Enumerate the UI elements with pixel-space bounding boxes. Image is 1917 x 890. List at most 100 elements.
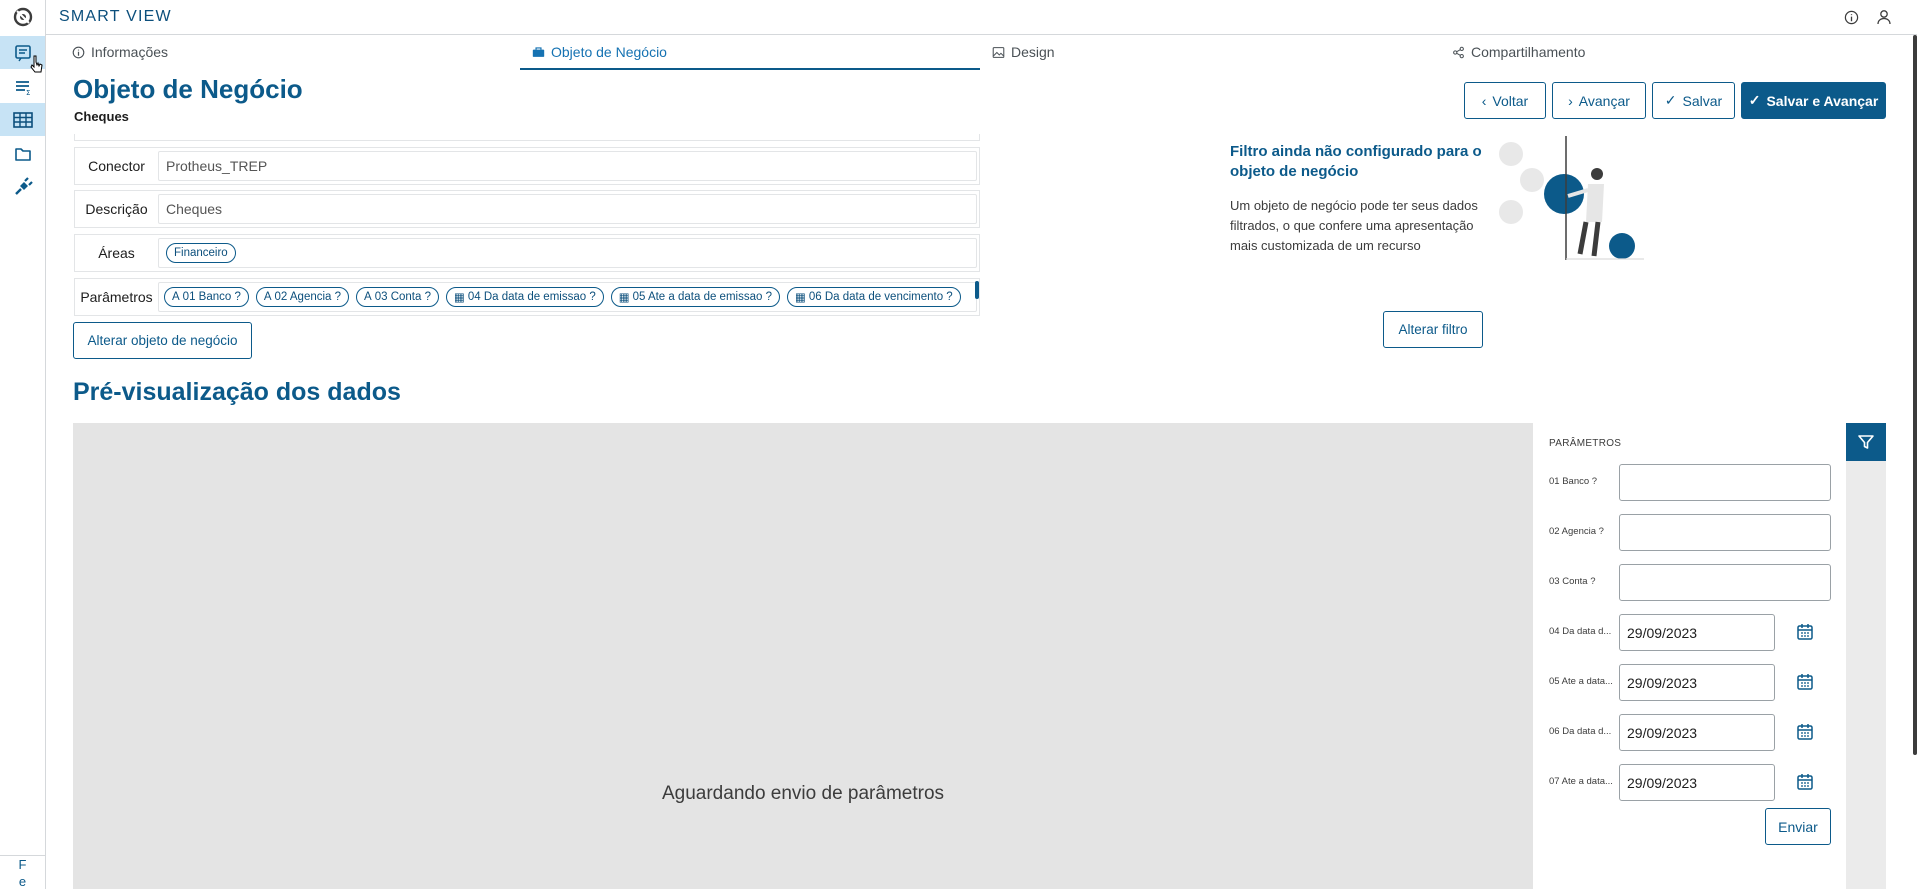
form-row-connector: Conector Protheus_TREP bbox=[74, 147, 980, 185]
param-label: 07 Ate a data... bbox=[1549, 776, 1613, 787]
area-chip: Financeiro bbox=[166, 243, 236, 263]
user-icon[interactable] bbox=[1875, 8, 1893, 26]
tab-design[interactable]: Design bbox=[980, 35, 1440, 69]
save-button[interactable]: ✓ Salvar bbox=[1652, 82, 1735, 119]
document-list-icon bbox=[14, 44, 31, 61]
app-logo-icon[interactable] bbox=[10, 6, 36, 28]
folder-icon bbox=[14, 147, 31, 161]
connector-value: Protheus_TREP bbox=[158, 151, 977, 181]
table-icon bbox=[12, 111, 33, 128]
tab-label: Compartilhamento bbox=[1471, 44, 1586, 60]
parameters-panel: PARÂMETROS 01 Banco ? 02 Agencia ? 03 Co… bbox=[1533, 423, 1846, 889]
param-chip: A 03 Conta ? bbox=[356, 287, 439, 307]
page-scrollbar[interactable] bbox=[1913, 35, 1917, 755]
param-label: 05 Ate a data... bbox=[1549, 676, 1613, 687]
chevron-left-icon: ‹ bbox=[1481, 92, 1487, 109]
change-filter-button[interactable]: Alterar filtro bbox=[1383, 311, 1483, 348]
areas-label: Áreas bbox=[98, 245, 135, 261]
parameters-strip bbox=[1846, 423, 1886, 889]
sidebar: Σ F e bbox=[0, 0, 46, 889]
check-icon: ✓ bbox=[1748, 92, 1761, 108]
preview-section-title: Pré-visualização dos dados bbox=[73, 378, 401, 406]
param-date-input[interactable]: 29/09/2023 bbox=[1619, 714, 1775, 751]
parameters-heading: PARÂMETROS bbox=[1549, 438, 1622, 449]
tab-informacoes[interactable]: Informações bbox=[60, 35, 520, 69]
text-type-icon: A bbox=[364, 291, 372, 303]
sidebar-item-connectors[interactable] bbox=[0, 170, 45, 203]
param-label: 06 Da data d... bbox=[1549, 726, 1612, 737]
tab-label: Objeto de Negócio bbox=[551, 43, 667, 60]
tab-bar: Informações Objeto de Negócio Design Com… bbox=[60, 35, 1898, 70]
description-value: Cheques bbox=[158, 194, 977, 224]
info-icon[interactable] bbox=[1842, 8, 1860, 26]
filter-icon bbox=[1858, 435, 1874, 449]
text-type-icon: A bbox=[263, 291, 272, 303]
param-date-input[interactable]: 29/09/2023 bbox=[1619, 664, 1775, 701]
param-date-input[interactable]: 29/09/2023 bbox=[1619, 764, 1775, 801]
calendar-icon[interactable] bbox=[1795, 672, 1815, 692]
param-input-conta[interactable] bbox=[1619, 564, 1831, 601]
description-label: Descrição bbox=[85, 201, 148, 217]
param-label: 04 Da data d... bbox=[1549, 626, 1612, 637]
calendar-icon: ▦ bbox=[794, 292, 806, 304]
plug-icon bbox=[14, 176, 33, 195]
tab-label: Informações bbox=[91, 44, 169, 60]
preview-waiting-message: Aguardando envio de parâmetros bbox=[661, 783, 945, 804]
filter-empty-description: Um objeto de negócio pode ter seus dados… bbox=[1230, 198, 1478, 253]
param-label: 03 Conta ? bbox=[1549, 576, 1596, 587]
tab-objeto-de-negocio[interactable]: Objeto de Negócio bbox=[520, 35, 980, 70]
svg-text:Σ: Σ bbox=[26, 89, 30, 96]
param-chip: ▦ 06 Da data de vencimento ? bbox=[786, 287, 961, 307]
param-input-agencia[interactable] bbox=[1619, 514, 1831, 551]
send-parameters-button[interactable]: Enviar bbox=[1765, 808, 1831, 845]
sidebar-footer: F e bbox=[0, 855, 45, 890]
chip-scrollbar[interactable] bbox=[975, 281, 979, 299]
tab-label: Design bbox=[1011, 44, 1055, 60]
toggle-parameters-button[interactable] bbox=[1846, 423, 1886, 461]
param-date-input[interactable]: 29/09/2023 bbox=[1619, 614, 1775, 651]
filter-empty-title: Filtro ainda não configurado para o obje… bbox=[1230, 143, 1482, 180]
form-row-parameters: Parâmetros A 01 Banco ? A 02 Agencia ? A 03… bbox=[74, 278, 980, 316]
page-subtitle: Cheques bbox=[74, 109, 129, 124]
list-sum-icon: Σ bbox=[15, 80, 30, 96]
sidebar-item-folders[interactable] bbox=[0, 137, 45, 170]
briefcase-icon bbox=[532, 46, 545, 57]
param-label: 01 Banco ? bbox=[1549, 476, 1598, 487]
cursor-icon bbox=[30, 55, 43, 73]
save-and-next-button[interactable]: ✓ Salvar e Avançar bbox=[1741, 82, 1886, 119]
image-icon bbox=[992, 46, 1005, 58]
param-chip: ▦ 05 Ate a data de emissao ? bbox=[610, 287, 780, 307]
calendar-icon[interactable] bbox=[1795, 622, 1815, 642]
calendar-icon: ▦ bbox=[453, 292, 465, 304]
data-preview-area: Aguardando envio de parâmetros bbox=[73, 423, 1533, 889]
param-label: 02 Agencia ? bbox=[1549, 526, 1604, 537]
tab-compartilhamento[interactable]: Compartilhamento bbox=[1440, 35, 1898, 69]
top-bar: SMART VIEW bbox=[46, 0, 1917, 35]
param-chip: ▦ 04 Da data de emissao ? bbox=[445, 287, 604, 307]
check-icon: ✓ bbox=[1664, 92, 1677, 108]
info-icon bbox=[72, 46, 85, 58]
chevron-right-icon: › bbox=[1568, 92, 1573, 109]
text-type-icon: A bbox=[172, 291, 180, 303]
parameters-label: Parâmetros bbox=[80, 289, 153, 305]
param-input-banco[interactable] bbox=[1619, 464, 1831, 501]
next-button[interactable]: › Avançar bbox=[1552, 82, 1646, 119]
page-title: Objeto de Negócio bbox=[73, 74, 303, 104]
form-row-areas: Áreas Financeiro bbox=[74, 234, 980, 272]
empty-filter-illustration bbox=[1499, 136, 1644, 260]
param-chip: A 02 Agencia ? bbox=[255, 287, 350, 307]
back-button[interactable]: ‹ Voltar bbox=[1464, 82, 1546, 119]
app-title: SMART VIEW bbox=[59, 8, 172, 25]
areas-value: Financeiro bbox=[158, 238, 977, 268]
connector-label: Conector bbox=[88, 158, 145, 174]
calendar-icon[interactable] bbox=[1795, 772, 1815, 792]
parameters-value: A 01 Banco ? A 02 Agencia ? A 03 Conta ? ▦ 0… bbox=[158, 282, 977, 312]
sidebar-item-tables[interactable] bbox=[0, 103, 45, 136]
change-business-object-button[interactable]: Alterar objeto de negócio bbox=[73, 322, 252, 359]
calendar-icon[interactable] bbox=[1795, 722, 1815, 742]
form-row-clipped bbox=[74, 134, 980, 141]
param-chip: A 01 Banco ? bbox=[164, 287, 249, 307]
share-icon bbox=[1453, 46, 1464, 58]
calendar-icon: ▦ bbox=[618, 292, 630, 304]
form-row-description: Descrição Cheques bbox=[74, 190, 980, 228]
